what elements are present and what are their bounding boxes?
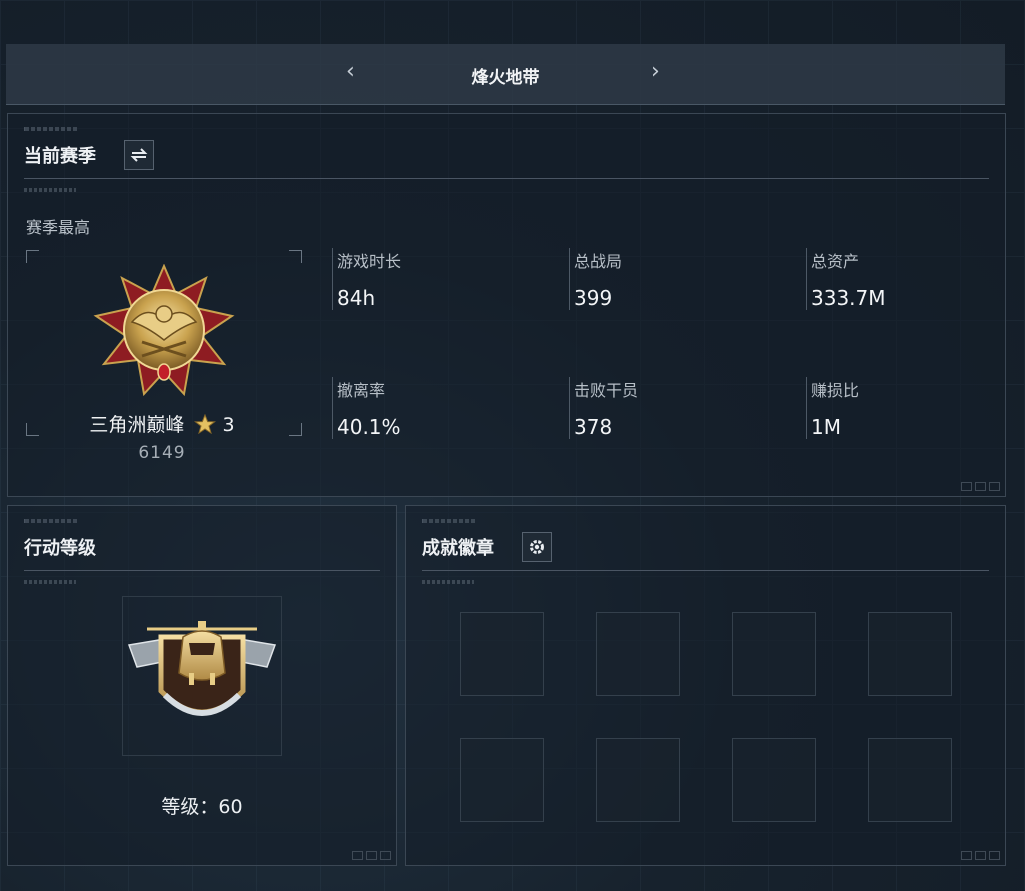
stat-label: 总资产: [811, 252, 860, 271]
action-level-text: 等级：60: [161, 796, 243, 818]
header-dash-decoration: [422, 580, 474, 584]
stat-label: 撤离率: [337, 381, 386, 400]
frame-corner: [289, 250, 302, 263]
corner-decoration: [961, 851, 1000, 860]
badge-slot[interactable]: [460, 612, 544, 696]
badge-settings-button[interactable]: [522, 532, 552, 562]
panel-code-decoration: [24, 519, 79, 523]
badge-slot[interactable]: [596, 612, 680, 696]
panel-code-decoration: [422, 519, 477, 523]
badge-slot[interactable]: [868, 738, 952, 822]
stat-operators-defeated: 击败干员 378: [569, 377, 638, 439]
stat-total-assets: 总资产 333.7M: [806, 248, 886, 310]
corner-decoration: [352, 851, 391, 860]
badge-slot[interactable]: [460, 738, 544, 822]
season-panel-title: 当前赛季: [24, 146, 96, 167]
header-dash-decoration: [24, 188, 76, 192]
stat-extraction-rate: 撤离率 40.1%: [332, 377, 401, 439]
mode-selector-bar: ‹ 烽火地带 ›: [6, 44, 1005, 105]
achievement-panel-header: 成就徽章: [422, 530, 989, 571]
stat-value: 1M: [811, 415, 841, 439]
gold-star-icon: [194, 413, 217, 435]
rank-score: 6149: [138, 443, 186, 463]
season-panel-header: 当前赛季: [24, 138, 989, 179]
action-level-panel: 行动等级 等级：60: [7, 505, 397, 866]
stat-profit-loss-ratio: 赚损比 1M: [806, 377, 859, 439]
current-season-panel: 当前赛季 赛季最高 三角洲巅峰 3 6149 游戏时长 84h 总战局 399 …: [7, 113, 1006, 497]
header-dash-decoration: [24, 580, 76, 584]
stat-value: 40.1%: [337, 415, 401, 439]
badge-slot[interactable]: [732, 738, 816, 822]
badge-slot[interactable]: [596, 738, 680, 822]
season-switch-button[interactable]: [124, 140, 154, 170]
stat-value: 399: [574, 286, 613, 310]
chevron-right-icon[interactable]: ›: [651, 59, 660, 84]
badge-slot[interactable]: [732, 612, 816, 696]
stat-value: 333.7M: [811, 286, 886, 310]
stat-label: 赚损比: [811, 381, 860, 400]
frame-corner: [26, 250, 39, 263]
helicopter-delta-force-badge-icon: [127, 621, 277, 716]
level-panel-header: 行动等级: [24, 530, 380, 571]
stat-total-matches: 总战局 399: [569, 248, 622, 310]
corner-decoration: [961, 482, 1000, 491]
rank-name-row: 三角洲巅峰 3: [8, 410, 316, 437]
stat-label: 总战局: [574, 252, 623, 271]
stat-value: 84h: [337, 286, 376, 310]
achievement-panel-title: 成就徽章: [422, 538, 494, 559]
stat-label: 击败干员: [574, 381, 639, 400]
stat-value: 378: [574, 415, 613, 439]
achievement-badges-panel: 成就徽章: [405, 505, 1006, 866]
mode-title: 烽火地带: [471, 68, 540, 88]
stat-play-time: 游戏时长 84h: [332, 248, 401, 310]
level-panel-title: 行动等级: [24, 538, 96, 559]
stat-label: 游戏时长: [337, 252, 402, 271]
rank-emblem-frame: [26, 250, 302, 436]
rank-name: 三角洲巅峰: [89, 414, 185, 436]
season-best-label: 赛季最高: [26, 218, 91, 237]
gear-icon: [530, 540, 544, 554]
level-badge-frame: [122, 596, 282, 756]
panel-code-decoration: [24, 127, 79, 131]
rank-stars: 3: [222, 414, 235, 436]
swap-arrows-icon: [130, 148, 148, 162]
badge-slot[interactable]: [868, 612, 952, 696]
gold-eagle-medal-icon: [93, 264, 235, 397]
